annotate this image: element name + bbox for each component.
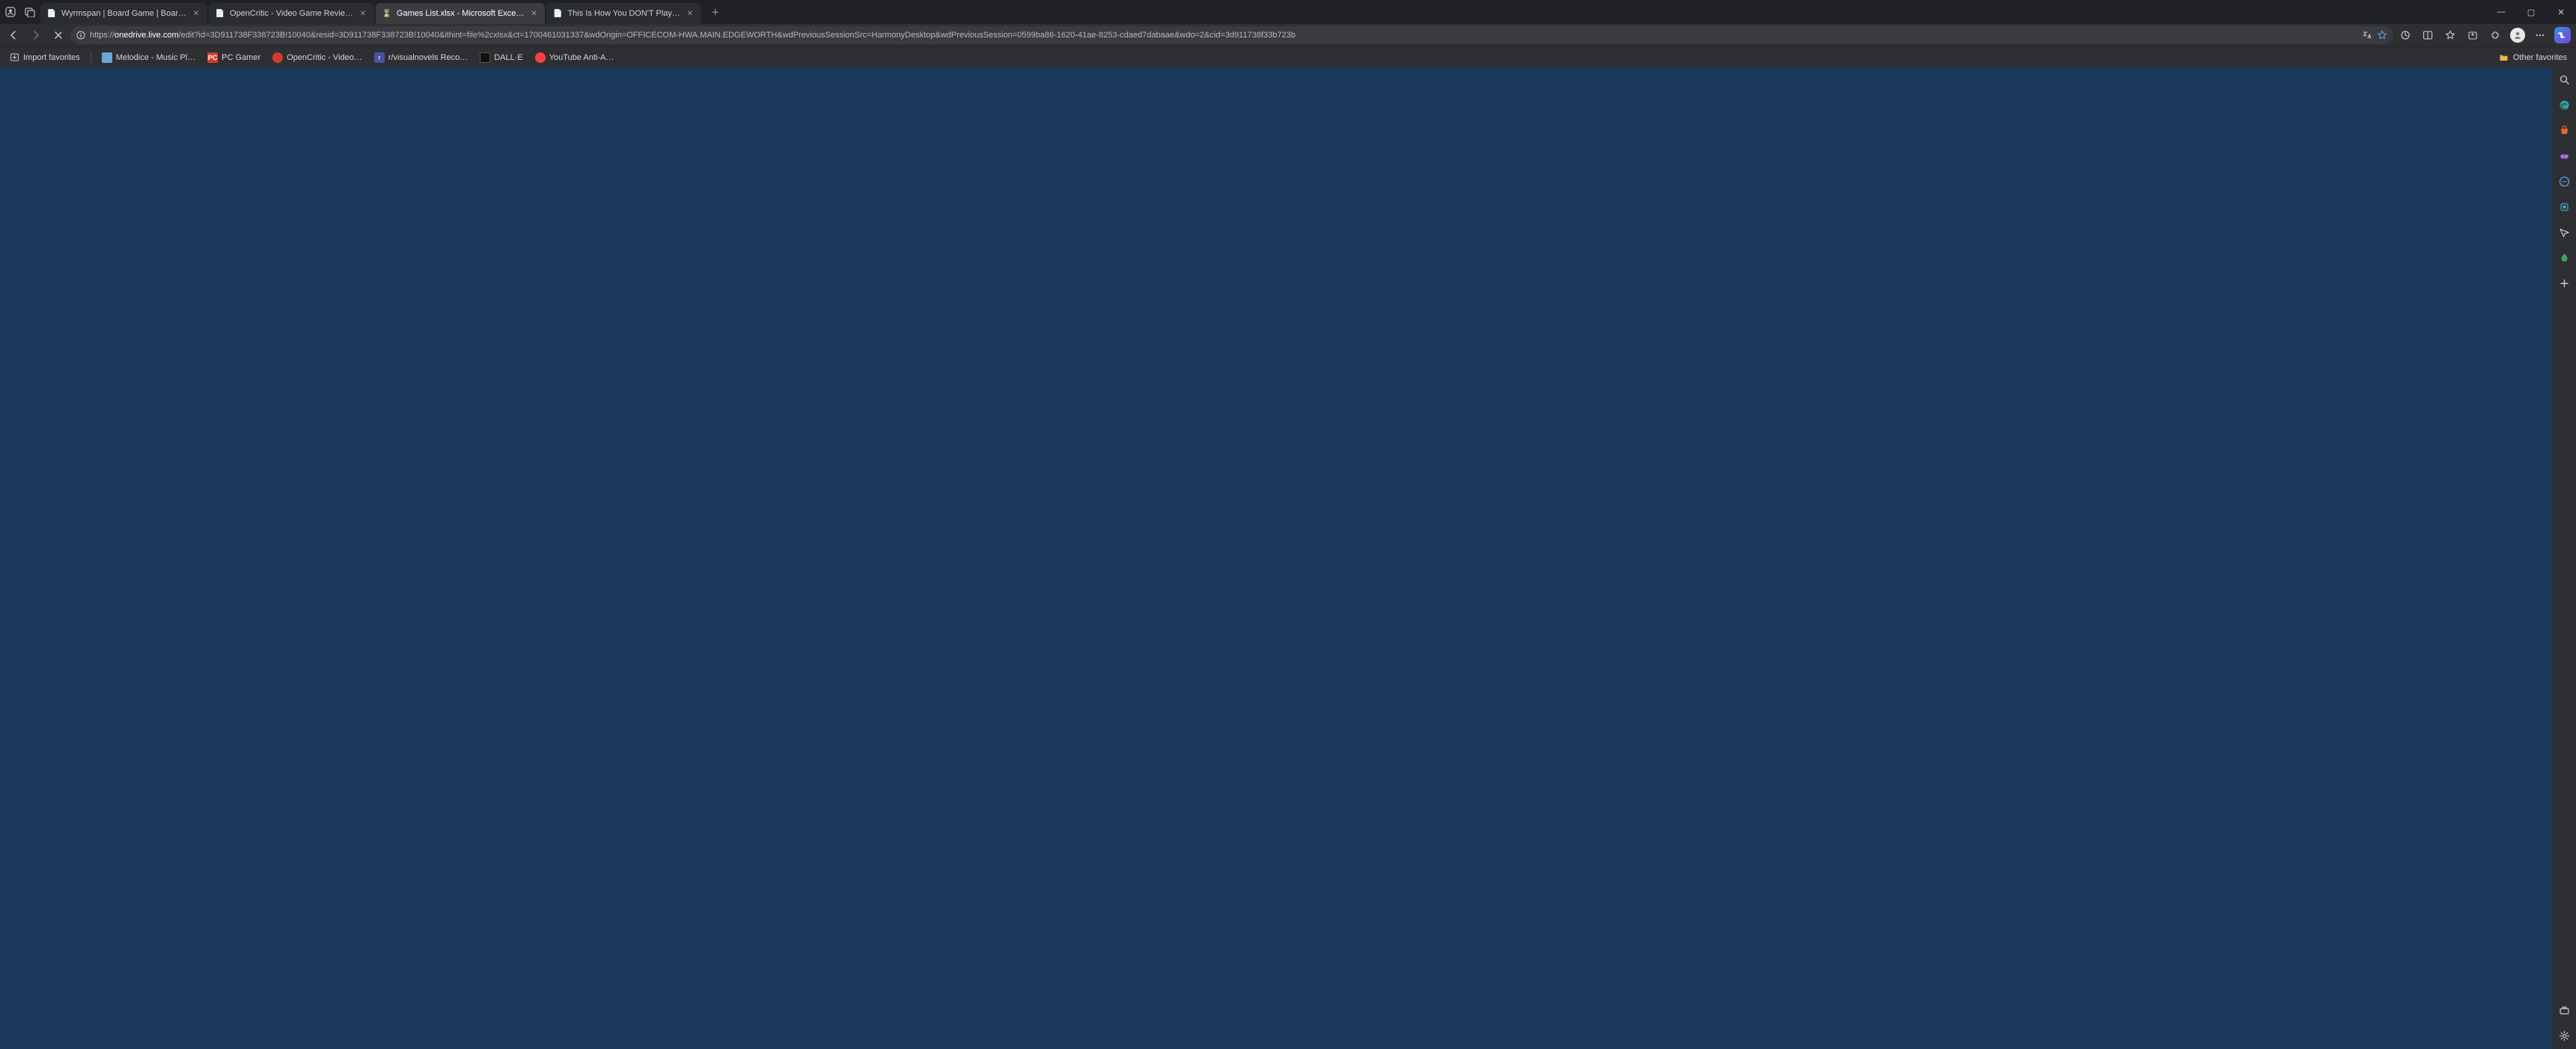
new-tab-button[interactable]: ＋ <box>706 2 725 22</box>
page-icon: 📄 <box>46 8 57 19</box>
profile-square-icon[interactable] <box>4 6 16 18</box>
drop-icon[interactable] <box>2557 225 2572 240</box>
search-icon[interactable] <box>2557 72 2572 87</box>
toolbar-right <box>2395 25 2573 45</box>
maximize-button[interactable]: ▢ <box>2516 0 2546 24</box>
bookmarks-bar: Import favorites Melodice - Music Pl… PC… <box>0 46 2576 67</box>
tab-opencritic[interactable]: 📄 OpenCritic - Video Game Revie… ✕ <box>209 3 374 24</box>
copilot-button[interactable] <box>2552 25 2573 45</box>
tab-actions-icon[interactable] <box>24 6 36 18</box>
bookmark-favicon <box>480 52 490 63</box>
games-icon[interactable] <box>2557 148 2572 163</box>
tab-games-list[interactable]: ⌛ Games List.xlsx - Microsoft Exce… ✕ <box>376 3 546 24</box>
bookmark-label: PC Gamer <box>222 53 260 62</box>
folder-icon <box>2499 52 2509 63</box>
url-path: /edit?id=3D911738F338723B!10040&resid=3D… <box>179 31 1295 40</box>
close-icon[interactable]: ✕ <box>528 8 539 19</box>
bookmark-label: Melodice - Music Pl… <box>116 53 195 62</box>
url-scheme: https:// <box>90 31 115 40</box>
more-button[interactable] <box>2530 25 2551 45</box>
split-screen-button[interactable] <box>2417 25 2438 45</box>
bookmark-opencritic[interactable]: OpenCritic - Video… <box>268 51 367 64</box>
profile-avatar[interactable] <box>2507 25 2528 45</box>
site-info-icon[interactable] <box>76 31 85 40</box>
history-button[interactable] <box>2395 25 2416 45</box>
toolbar: https://onedrive.live.com/edit?id=3D9117… <box>0 24 2576 46</box>
close-window-button[interactable]: ✕ <box>2546 0 2576 24</box>
other-favorites-label: Other favorites <box>2513 53 2567 62</box>
tab-strip: 📄 Wyrmspan | Board Game | Boar… ✕ 📄 Open… <box>40 0 2486 24</box>
import-favorites-button[interactable]: Import favorites <box>4 51 85 64</box>
page-icon: 📄 <box>215 8 225 19</box>
titlebar: 📄 Wyrmspan | Board Game | Boar… ✕ 📄 Open… <box>0 0 2576 24</box>
toolbox-icon[interactable] <box>2557 1003 2572 1018</box>
close-icon[interactable]: ✕ <box>358 8 368 19</box>
page-icon: 📄 <box>552 8 563 19</box>
bookmark-label: OpenCritic - Video… <box>287 53 362 62</box>
forward-button[interactable] <box>25 25 46 45</box>
titlebar-left <box>0 0 40 24</box>
copilot-icon <box>2554 27 2571 43</box>
tab-title: Wyrmspan | Board Game | Boar… <box>61 9 186 18</box>
loading-icon: ⌛ <box>382 8 392 19</box>
collections-button[interactable] <box>2462 25 2483 45</box>
window-controls: — ▢ ✕ <box>2486 0 2576 24</box>
edge-icon[interactable] <box>2557 97 2572 112</box>
bookmark-pcgamer[interactable]: PC PC Gamer <box>203 51 265 64</box>
tab-title: OpenCritic - Video Game Revie… <box>230 9 353 18</box>
bookmarks-right: Other favorites <box>2494 51 2572 64</box>
url-host: onedrive.live.com <box>115 31 179 40</box>
back-button[interactable] <box>3 25 24 45</box>
url-text: https://onedrive.live.com/edit?id=3D9117… <box>90 31 2357 40</box>
add-sidebar-button[interactable] <box>2557 276 2572 291</box>
shopping-icon[interactable] <box>2557 123 2572 138</box>
bookmark-label: YouTube Anti-A… <box>549 53 614 62</box>
avatar-icon <box>2510 28 2525 43</box>
tab-this-is-how[interactable]: 📄 This Is How You DON'T Play… ✕ <box>546 3 701 24</box>
tab-title: This Is How You DON'T Play… <box>567 9 680 18</box>
tab-wyrmspan[interactable]: 📄 Wyrmspan | Board Game | Boar… ✕ <box>40 3 207 24</box>
bookmark-favicon: r <box>374 52 385 63</box>
stop-reload-button[interactable] <box>48 25 69 45</box>
favorites-button[interactable] <box>2440 25 2461 45</box>
bookmark-favicon <box>102 52 112 63</box>
address-bar-actions <box>2362 30 2387 40</box>
bookmark-label: r/visualnovels Reco… <box>388 53 468 62</box>
performance-icon[interactable] <box>2557 250 2572 265</box>
page-content <box>0 67 2576 1049</box>
favorite-star-icon[interactable] <box>2377 30 2387 40</box>
import-icon <box>9 52 19 63</box>
other-favorites-button[interactable]: Other favorites <box>2494 51 2572 64</box>
bookmark-dalle[interactable]: DALL·E <box>475 51 528 64</box>
bookmark-visualnovels[interactable]: r r/visualnovels Reco… <box>370 51 472 64</box>
import-favorites-label: Import favorites <box>23 53 80 62</box>
translate-icon[interactable] <box>2362 30 2372 40</box>
tools-icon[interactable] <box>2557 199 2572 214</box>
address-bar[interactable]: https://onedrive.live.com/edit?id=3D9117… <box>70 26 2393 44</box>
tab-title: Games List.xlsx - Microsoft Exce… <box>397 9 525 18</box>
bookmark-melodice[interactable]: Melodice - Music Pl… <box>97 51 200 64</box>
minimize-button[interactable]: — <box>2486 0 2516 24</box>
extensions-button[interactable] <box>2485 25 2506 45</box>
bookmark-favicon: PC <box>207 52 218 63</box>
chat-icon[interactable] <box>2557 174 2572 189</box>
bookmark-favicon <box>535 52 546 63</box>
bookmark-label: DALL·E <box>494 53 523 62</box>
edge-sidebar <box>2552 67 2576 1049</box>
close-icon[interactable]: ✕ <box>685 8 695 19</box>
bookmark-youtube-anti[interactable]: YouTube Anti-A… <box>531 51 619 64</box>
settings-icon[interactable] <box>2557 1028 2572 1043</box>
close-icon[interactable]: ✕ <box>191 8 201 19</box>
bookmark-favicon <box>272 52 283 63</box>
